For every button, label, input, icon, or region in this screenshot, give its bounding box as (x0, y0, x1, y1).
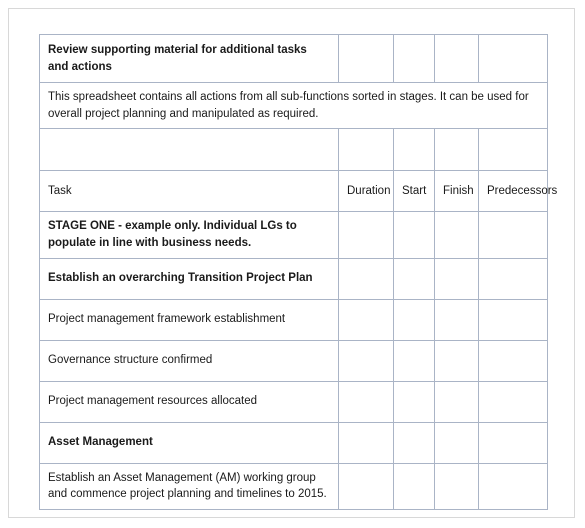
task-cell[interactable]: Asset Management (39, 421, 339, 464)
predecessors-cell[interactable] (478, 211, 548, 259)
finish-cell[interactable] (434, 298, 479, 341)
duration-cell[interactable] (338, 462, 394, 511)
start-cell[interactable] (393, 462, 435, 511)
predecessors-cell[interactable] (478, 462, 548, 511)
title-text: Review supporting material for additiona… (39, 34, 339, 83)
start-cell[interactable] (393, 339, 435, 382)
start-cell[interactable] (393, 421, 435, 464)
task-cell[interactable]: Project management framework establishme… (39, 298, 339, 341)
title-row: Review supporting material for additiona… (39, 34, 548, 83)
description-row: This spreadsheet contains all actions fr… (39, 81, 548, 130)
duration-cell[interactable] (338, 339, 394, 382)
task-cell[interactable]: Establish an overarching Transition Proj… (39, 257, 339, 300)
table-row: Establish an Asset Management (AM) worki… (39, 462, 548, 511)
spacer-start-cell[interactable] (393, 128, 435, 172)
predecessors-cell[interactable] (478, 298, 548, 341)
finish-cell[interactable] (434, 211, 479, 259)
column-header-task[interactable]: Task (39, 170, 339, 213)
column-header-finish[interactable]: Finish (434, 170, 479, 213)
table-row: Governance structure confirmed (39, 339, 548, 382)
task-cell[interactable]: STAGE ONE - example only. Individual LGs… (39, 211, 339, 259)
title-row-start-cell[interactable] (393, 34, 435, 83)
duration-cell[interactable] (338, 421, 394, 464)
table-row: Asset Management (39, 421, 548, 464)
finish-cell[interactable] (434, 462, 479, 511)
spacer-finish-cell[interactable] (434, 128, 479, 172)
task-cell[interactable]: Project management resources allocated (39, 380, 339, 423)
task-spreadsheet: Review supporting material for additiona… (39, 34, 557, 511)
finish-cell[interactable] (434, 421, 479, 464)
finish-cell[interactable] (434, 380, 479, 423)
predecessors-cell[interactable] (478, 380, 548, 423)
finish-cell[interactable] (434, 257, 479, 300)
spacer-predecessors-cell[interactable] (478, 128, 548, 172)
start-cell[interactable] (393, 298, 435, 341)
spacer-duration-cell[interactable] (338, 128, 394, 172)
title-row-predecessors-cell[interactable] (478, 34, 548, 83)
spacer-row (39, 128, 548, 172)
duration-cell[interactable] (338, 211, 394, 259)
table-row: Project management resources allocated (39, 380, 548, 423)
duration-cell[interactable] (338, 257, 394, 300)
title-row-finish-cell[interactable] (434, 34, 479, 83)
table-row: Project management framework establishme… (39, 298, 548, 341)
task-cell[interactable]: Establish an Asset Management (AM) worki… (39, 462, 339, 511)
task-cell[interactable]: Governance structure confirmed (39, 339, 339, 382)
spacer-task-cell[interactable] (39, 128, 339, 172)
description-text: This spreadsheet contains all actions fr… (39, 81, 548, 130)
column-header-duration[interactable]: Duration (338, 170, 394, 213)
table-row: Establish an overarching Transition Proj… (39, 257, 548, 300)
column-header-start[interactable]: Start (393, 170, 435, 213)
page-frame: Review supporting material for additiona… (8, 8, 575, 518)
finish-cell[interactable] (434, 339, 479, 382)
predecessors-cell[interactable] (478, 339, 548, 382)
table-row: STAGE ONE - example only. Individual LGs… (39, 211, 548, 259)
column-header-row: Task Duration Start Finish Predecessors (39, 170, 557, 213)
start-cell[interactable] (393, 211, 435, 259)
predecessors-cell[interactable] (478, 257, 548, 300)
predecessors-cell[interactable] (478, 421, 548, 464)
duration-cell[interactable] (338, 380, 394, 423)
start-cell[interactable] (393, 380, 435, 423)
title-row-duration-cell[interactable] (338, 34, 394, 83)
start-cell[interactable] (393, 257, 435, 300)
duration-cell[interactable] (338, 298, 394, 341)
column-header-predecessors[interactable]: Predecessors (478, 170, 557, 213)
